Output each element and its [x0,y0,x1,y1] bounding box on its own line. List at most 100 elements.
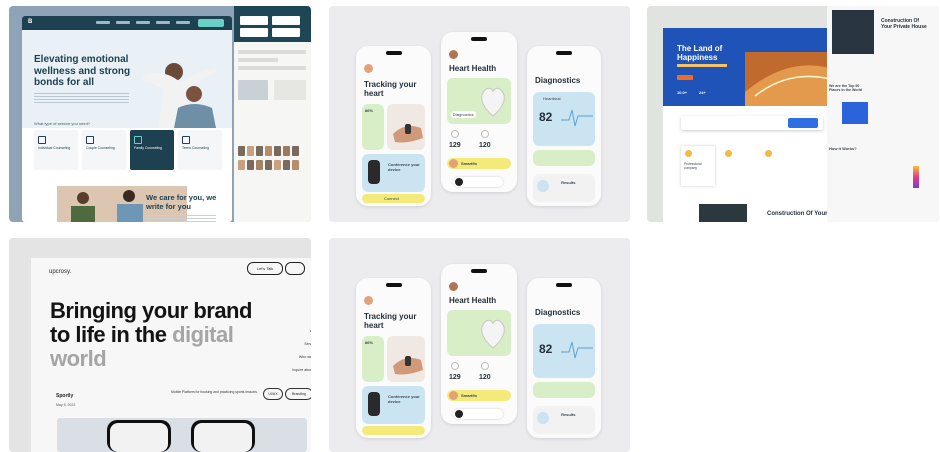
feature-icon [685,150,692,157]
phone-screen-diagnostics: Diagnostics Heartbeat 82 Results [527,46,601,206]
avatar [449,282,458,291]
results-card: Results [533,406,595,434]
nav-link [156,21,170,24]
screen-title: Diagnostics [535,76,581,85]
service-card: Couple Counseling [82,130,126,170]
hand-photo [387,104,425,150]
project-tag: UI/UX [263,388,283,400]
nav-link [96,21,110,24]
care-title: We care for you, we write for you [146,193,217,211]
nav-link [176,21,190,24]
thumbnail-travel-site[interactable]: The Land of Happiness 10.0+ 24+ Professi… [647,6,939,222]
hand-photo [387,336,425,382]
bottom-nav [453,409,503,419]
heartbeat-value: 82 [539,110,553,124]
side-link: Work [272,329,311,342]
watch-image [368,160,380,184]
avatar [449,159,458,168]
stat-value: 120 [479,142,491,149]
heartbeat-card: 82 [533,324,595,378]
stat-value: 120 [479,374,491,381]
side-link: Services [304,342,311,346]
avatar [364,64,373,73]
drop-icon [481,362,489,370]
couple-icon [86,136,94,144]
service-card-title: Individual Counseling [38,146,71,150]
side-title: Construction Of Your Private House [881,18,927,30]
drop-icon [481,130,489,138]
construction-title: Construction Of Your [767,211,828,217]
care-paragraph [146,215,216,222]
side-links: Work Services Who we are Inquire about u… [272,329,311,381]
phone-screen-tracking: Tracking your heart 86% Conference your … [356,278,431,438]
device-card-text: Conference your device [388,162,420,172]
nav-cta-button [198,19,224,27]
doctor-card: Smartfix [447,390,511,401]
side-preview-grid [240,16,302,38]
battery-percent: 86% [365,340,374,345]
screen-title: Tracking your heart [364,80,417,98]
device-card: Conference your device [362,154,425,192]
results-label: Results [561,180,576,185]
phone-mockup [107,420,171,452]
thumbnail-heart-app-2[interactable]: Tracking your heart 86% Conference your … [329,238,630,452]
feature-cards: Professional company [681,146,831,186]
avatar [449,50,458,59]
phone-mockup [191,420,255,452]
lets-talk-button: Let's Talk [247,262,283,275]
heartbeat-chart [561,341,593,359]
teen-icon [182,136,190,144]
site-mockup: The Land of Happiness 10.0+ 24+ Professi… [663,28,841,222]
hero-title: The Land of Happiness [677,44,723,62]
pulse-icon [451,130,459,138]
side-card-blue [842,102,868,124]
connect-button [362,426,425,435]
stat-card [533,382,595,398]
diagnostics-chip: Diagnostics [451,111,476,118]
project-tag: Branding [285,388,311,400]
side-subtitle: We are the Top 50 Places in the World [829,84,863,92]
hero-button [677,75,693,80]
side-preview-list [238,50,306,110]
heart-card [447,310,511,356]
watch-image [368,392,380,416]
hero-subtitle [677,64,727,67]
thumbnail-heart-app[interactable]: Tracking your heart 86% Conference your … [329,6,630,222]
brand-logo: upcrosy. [49,269,72,275]
family-photo [142,63,218,128]
heart-card: Diagnostics [447,78,511,124]
avatar [364,296,373,305]
phone-screen-heart: Heart Health Diagnostics 129 120 Smartfi… [441,32,517,192]
menu-icon [285,262,305,275]
phone-screen-diagnostics: Diagnostics 82 Results [527,278,601,438]
service-card-title: Teens Counseling [182,146,209,150]
feature-icon [765,150,772,157]
device-card: Conference your device [362,386,425,424]
site-mockup: B Elevating emotional wellness and stron… [22,16,232,222]
project-title: Sportly [56,393,74,399]
project-date: May 5, 2022 [56,403,76,407]
side-link: Inquire about us [292,368,311,372]
phone-screen-heart: Heart Health 129 120 Smartfix [441,264,517,424]
heartbeat-value: 82 [539,342,553,356]
service-card-title: Family Counseling [134,146,162,150]
service-cards: Individual Counseling Couple Counseling … [34,130,226,170]
stat-value: 129 [449,142,461,149]
side-link: Who we are [298,355,311,359]
thumbnail-agency-site[interactable]: upcrosy. Let's Talk Bringing your brand … [9,238,311,452]
service-question: What type of service you need? [34,121,91,126]
thumbnail-counseling-site[interactable]: B Elevating emotional wellness and stron… [9,6,311,222]
results-card: Results [533,174,595,202]
family-icon [134,136,142,144]
hero-paragraph [34,93,129,105]
screen-title: Tracking your heart [364,312,417,330]
bottom-nav [453,177,503,187]
building-photo [699,204,747,222]
side-section-title: How it Works? [829,146,857,151]
heartbeat-chart [561,109,593,127]
hero-stats: 10.0+ 24+ [677,90,706,95]
screen-title: Heart Health [449,296,497,305]
service-card-title: Couple Counseling [86,146,115,150]
gradient-bar [913,166,919,188]
heart-illustration [481,87,505,117]
